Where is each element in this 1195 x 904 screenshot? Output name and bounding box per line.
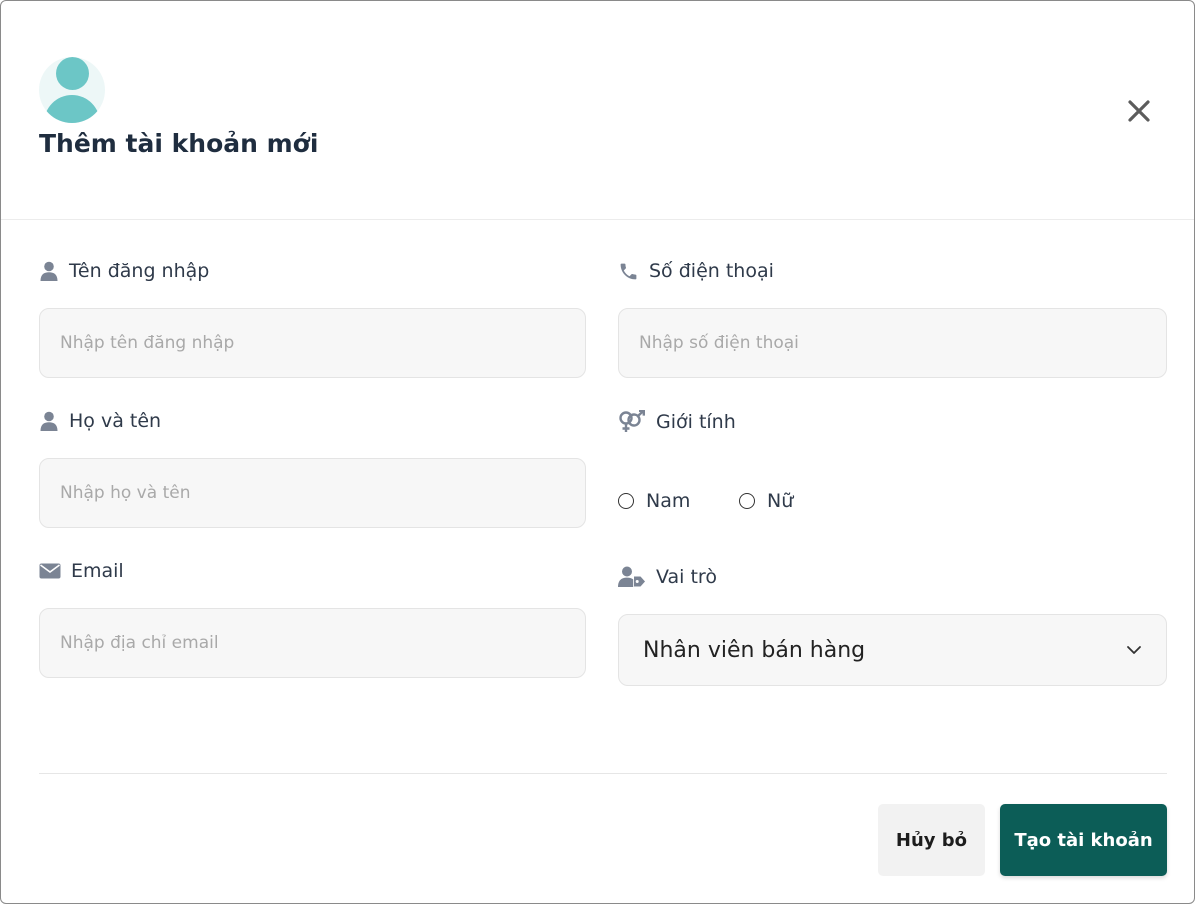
create-account-button[interactable]: Tạo tài khoản <box>1000 804 1167 876</box>
footer-divider <box>39 773 1167 774</box>
gender-option-label: Nữ <box>767 490 794 512</box>
user-avatar-icon <box>39 57 105 123</box>
email-label: Email <box>39 560 124 582</box>
envelope-icon <box>39 563 61 579</box>
username-label: Tên đăng nhập <box>39 260 209 282</box>
modal-title: Thêm tài khoản mới <box>39 129 319 158</box>
header-divider <box>1 219 1194 220</box>
user-tag-icon <box>618 566 645 587</box>
username-label-text: Tên đăng nhập <box>69 260 210 282</box>
close-icon <box>1128 100 1150 122</box>
fullname-label: Họ và tên <box>39 410 161 432</box>
fullname-input[interactable] <box>39 458 586 528</box>
username-input[interactable] <box>39 308 586 378</box>
email-label-text: Email <box>71 560 124 582</box>
phone-icon <box>620 263 637 279</box>
close-button[interactable] <box>1125 97 1153 125</box>
gender-option-nam[interactable]: Nam <box>618 490 690 512</box>
gender-label: Giới tính <box>618 410 736 434</box>
email-input[interactable] <box>39 608 586 678</box>
add-account-modal: Thêm tài khoản mới Tên đăng nhập Họ và t… <box>0 0 1195 904</box>
radio-circle[interactable] <box>618 493 634 509</box>
gender-label-text: Giới tính <box>656 411 736 433</box>
role-label: Vai trò <box>618 566 717 588</box>
fullname-label-text: Họ và tên <box>69 410 162 432</box>
phone-input[interactable] <box>618 308 1167 378</box>
gender-option-nu[interactable]: Nữ <box>739 490 793 512</box>
role-select[interactable]: Nhân viên bán hàng <box>618 614 1167 686</box>
user-icon <box>40 261 58 281</box>
avatar-head <box>56 57 89 90</box>
radio-circle[interactable] <box>739 493 755 509</box>
phone-label: Số điện thoại <box>618 260 774 282</box>
gender-option-label: Nam <box>646 490 691 512</box>
avatar-body <box>44 95 100 123</box>
phone-label-text: Số điện thoại <box>649 260 774 282</box>
cancel-button[interactable]: Hủy bỏ <box>878 804 985 876</box>
role-label-text: Vai trò <box>656 566 717 588</box>
role-select-value: Nhân viên bán hàng <box>643 637 866 663</box>
user-icon <box>40 411 58 431</box>
chevron-down-icon <box>1127 646 1141 654</box>
gender-icon <box>619 410 645 432</box>
